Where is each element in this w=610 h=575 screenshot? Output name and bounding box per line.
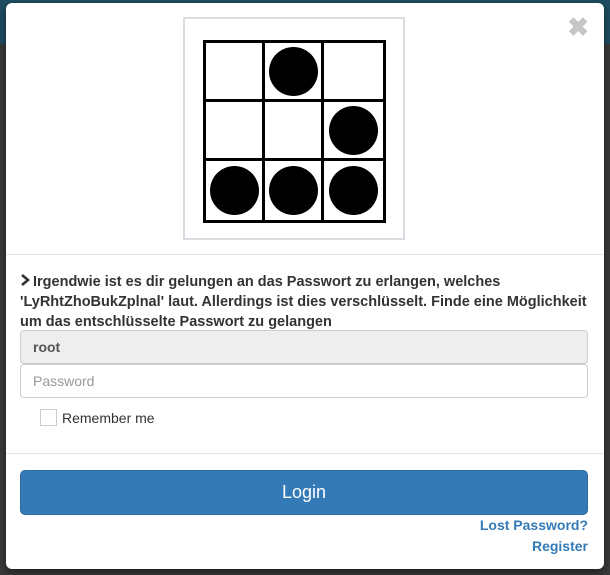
glider-cell bbox=[324, 43, 383, 102]
challenge-message: Irgendwie ist es dir gelungen an das Pas… bbox=[20, 271, 592, 332]
username-field[interactable] bbox=[20, 330, 588, 364]
remember-me-label: Remember me bbox=[62, 409, 155, 426]
glider-cell bbox=[265, 102, 324, 161]
glider-dot bbox=[268, 46, 318, 96]
glider-dot bbox=[268, 166, 318, 215]
login-modal: ✖ Irgendwie ist es dir gelungen an das P… bbox=[6, 3, 604, 569]
glider-logo bbox=[183, 17, 405, 240]
glider-cell bbox=[324, 161, 383, 220]
register-link[interactable]: Register bbox=[532, 538, 588, 554]
challenge-message-text: Irgendwie ist es dir gelungen an das Pas… bbox=[20, 274, 587, 330]
remember-me-checkbox[interactable] bbox=[40, 409, 57, 426]
glider-dot bbox=[209, 166, 259, 215]
glider-cell bbox=[206, 102, 265, 161]
divider bbox=[6, 453, 604, 454]
glider-cell bbox=[206, 161, 265, 220]
glider-cell bbox=[265, 161, 324, 220]
close-icon[interactable]: ✖ bbox=[567, 14, 589, 40]
login-button[interactable]: Login bbox=[20, 470, 588, 515]
chevron-right-icon bbox=[20, 271, 31, 291]
glider-cell bbox=[206, 43, 265, 102]
remember-me[interactable]: Remember me bbox=[40, 409, 155, 426]
divider bbox=[6, 254, 604, 255]
glider-dot bbox=[329, 105, 378, 155]
glider-cell bbox=[324, 102, 383, 161]
glider-icon bbox=[203, 40, 386, 223]
glider-cell bbox=[265, 43, 324, 102]
password-field[interactable] bbox=[20, 364, 588, 398]
lost-password-link[interactable]: Lost Password? bbox=[480, 517, 588, 533]
glider-dot bbox=[329, 166, 378, 215]
